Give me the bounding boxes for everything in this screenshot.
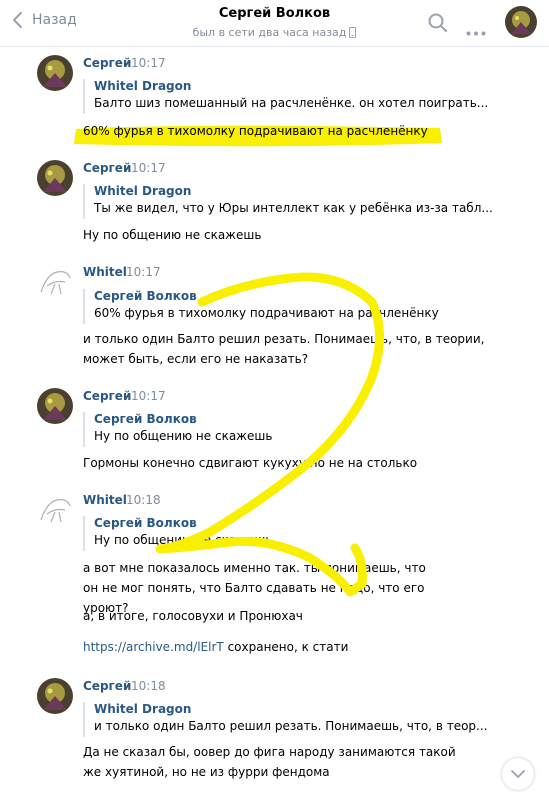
message-link-line: https://archive.md/lElrT сохранено, к ст… [83,637,503,657]
avatar[interactable] [37,55,73,91]
quote-text: и только один Балто решил резать. Понима… [94,719,488,733]
mobile-icon [349,27,357,38]
quote-text: Ты же видел, что у Юры интеллект как у р… [94,201,493,215]
quote-author: Whitel Dragon [94,184,192,198]
message-author[interactable]: Сергей [83,679,131,693]
avatar[interactable] [37,678,73,714]
quote-author: Whitel Dragon [94,702,192,716]
quote-author: Сергей Волков [94,516,197,530]
quoted-message[interactable]: Сергей Волков Ну по общению не скажешь [83,412,523,447]
more-icon[interactable] [466,21,486,40]
message-author[interactable]: Whitel [83,265,127,279]
quote-author: Сергей Волков [94,289,197,303]
chevron-down-icon [511,770,525,778]
quote-text: Ну по общению не скажешь [94,429,273,443]
quoted-message[interactable]: Сергей Волков Ну по общению не скажешь [83,516,523,551]
message-time: 10:18 [126,493,161,507]
quoted-message[interactable]: Сергей Волков 60% фурья в тихомолку подр… [83,289,523,324]
message-author[interactable]: Сергей [83,161,131,175]
message-author[interactable]: Whitel [83,493,127,507]
message-text: Да не сказал бы, оовер до фига народу за… [83,745,456,779]
quote-author: Whitel Dragon [94,79,192,93]
chat-title[interactable]: Сергей Волков [0,6,549,21]
quote-text: Ну по общению не скажешь [94,533,273,547]
search-icon[interactable] [428,13,447,36]
message-time: 10:17 [131,56,166,70]
quoted-message[interactable]: Whitel Dragon Ты же видел, что у Юры инт… [83,184,523,219]
message-text: и только один Балто решил резать. Понима… [83,332,485,366]
message-text: Гормоны конечно сдвигают кукуху но не на… [83,456,418,470]
message-time: 10:17 [131,161,166,175]
message-author[interactable]: Сергей [83,56,131,70]
link-suffix: сохранено, к стати [223,640,349,654]
chat-avatar[interactable] [505,6,537,38]
quote-author: Сергей Волков [94,412,197,426]
chat-header: Назад Сергей Волков был в сети два часа … [0,0,549,47]
avatar[interactable] [37,388,73,424]
avatar[interactable] [37,492,73,528]
scroll-down-button[interactable] [502,758,534,790]
quoted-message[interactable]: Whitel Dragon Балто шиз помешанный на ра… [83,79,523,114]
message-time: 10:18 [131,679,166,693]
message-time: 10:17 [131,389,166,403]
quoted-message[interactable]: Whitel Dragon и только один Балто решил … [83,702,523,737]
avatar[interactable] [37,160,73,196]
message-text: 60% фурья в тихомолку подрачивают на рас… [83,124,428,138]
message-text-2: а, в итоге, голосовухи и Пронюхач [83,609,303,623]
quote-text: 60% фурья в тихомолку подрачивают на рас… [94,306,439,320]
message-author[interactable]: Сергей [83,389,131,403]
message-time: 10:17 [126,265,161,279]
message-text: Ну по общению не скажешь [83,228,262,242]
avatar[interactable] [37,264,73,300]
archive-link[interactable]: https://archive.md/lElrT [83,640,224,654]
quote-text: Балто шиз помешанный на расчленёнке. он … [94,96,489,110]
